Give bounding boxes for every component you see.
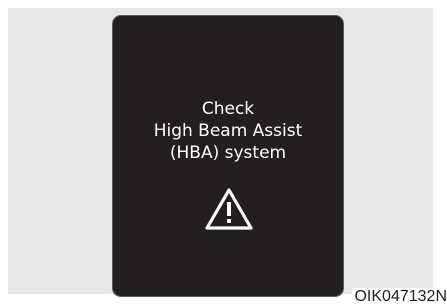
- warning-message: Check High Beam Assist (HBA) system: [113, 98, 343, 164]
- message-line-2: High Beam Assist: [153, 121, 303, 141]
- message-line-1: Check: [201, 99, 255, 119]
- figure-code: OIK047132N: [352, 288, 447, 306]
- cluster-display-panel: Check High Beam Assist (HBA) system: [113, 16, 343, 296]
- warning-triangle-icon: [205, 188, 253, 230]
- message-line-3: (HBA) system: [169, 143, 287, 163]
